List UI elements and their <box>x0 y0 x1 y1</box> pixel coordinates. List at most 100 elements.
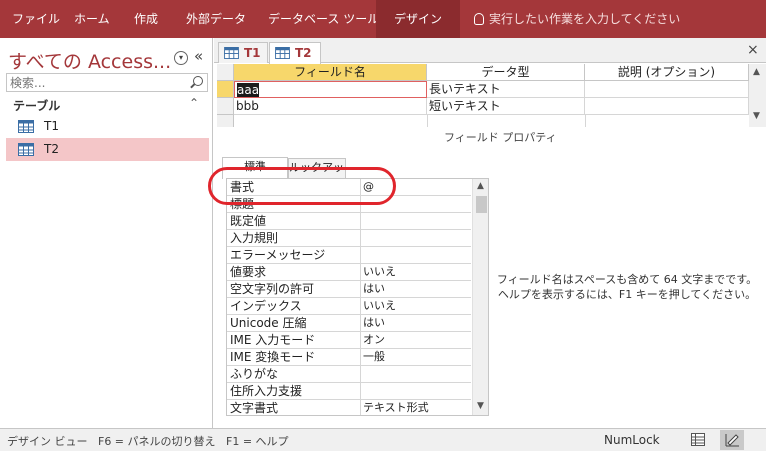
tab-home[interactable]: ホーム <box>74 0 110 38</box>
nav-pane-title[interactable]: すべての Access... <box>8 47 171 74</box>
property-value[interactable]: はい <box>363 281 385 297</box>
property-value[interactable]: テキスト形式 <box>363 400 429 415</box>
field-properties-list: 書式 @ 標題 既定値 入力規則 エラーメッセージ 値要求 いいえ 空文字列の許可は… <box>226 178 489 416</box>
help-line: フィールド名はスペースも含めて 64 文字までです。 <box>496 273 758 286</box>
column-divider <box>427 115 428 127</box>
grid-scrollbar[interactable]: ▲ ▼ <box>749 64 766 127</box>
scroll-thumb[interactable] <box>476 196 487 213</box>
data-type-cell[interactable]: 長いテキスト <box>427 81 585 98</box>
property-name: インデックス <box>230 299 302 313</box>
scroll-down-icon[interactable]: ▼ <box>753 111 760 121</box>
property-name: 空文字列の許可 <box>230 282 315 296</box>
property-row[interactable]: 文字書式 テキスト形式 <box>227 400 471 415</box>
property-name: 既定値 <box>230 214 267 228</box>
table-icon <box>18 143 34 156</box>
property-row[interactable]: インデックス いいえ <box>227 298 471 315</box>
tab-external-data[interactable]: 外部データ <box>186 0 246 38</box>
divider <box>360 366 361 383</box>
property-row[interactable]: ふりがな <box>227 366 471 383</box>
collapse-pane-icon[interactable]: « <box>194 47 203 65</box>
divider <box>360 400 361 415</box>
table-icon <box>275 47 290 59</box>
numlock-indicator: NumLock <box>604 433 660 447</box>
search-icon[interactable] <box>193 76 203 86</box>
column-divider <box>585 115 586 127</box>
property-row[interactable]: 入力規則 <box>227 230 471 247</box>
tab-design[interactable]: デザイン <box>376 0 460 38</box>
divider <box>360 332 361 349</box>
property-name: 入力規則 <box>230 231 279 245</box>
tab-create[interactable]: 作成 <box>134 0 158 38</box>
status-bar: デザイン ビュー F6 = パネルの切り替え F1 = ヘルプ NumLock <box>0 428 766 451</box>
field-properties-title: フィールド プロパティ <box>444 131 557 144</box>
property-row[interactable]: IME 入力モード オン <box>227 332 471 349</box>
row-selector[interactable] <box>217 81 234 98</box>
doc-tab-t1[interactable]: T1 <box>218 42 268 63</box>
tab-database-tools[interactable]: データベース ツール <box>268 0 379 38</box>
nav-search-input[interactable] <box>6 73 208 92</box>
property-value[interactable]: 一般 <box>363 349 385 365</box>
description-cell[interactable] <box>585 81 749 98</box>
description-cell[interactable] <box>585 98 749 115</box>
tab-file[interactable]: ファイル <box>12 0 60 38</box>
datasheet-view-button[interactable] <box>686 430 710 450</box>
property-row[interactable]: 住所入力支援 <box>227 383 471 400</box>
divider <box>360 298 361 315</box>
doc-tab-label: T2 <box>295 46 312 60</box>
status-text: デザイン ビュー F6 = パネルの切り替え F1 = ヘルプ <box>7 435 289 448</box>
property-value[interactable]: オン <box>363 332 385 348</box>
divider <box>360 213 361 230</box>
collapse-group-icon[interactable]: ⌃ <box>189 96 199 110</box>
doc-tab-t2[interactable]: T2 <box>269 42 321 64</box>
data-type-cell[interactable]: 短いテキスト <box>427 98 585 115</box>
close-document-icon[interactable]: × <box>747 42 759 58</box>
property-value[interactable]: いいえ <box>363 298 396 314</box>
scroll-down-icon[interactable]: ▼ <box>477 401 484 411</box>
row-selector[interactable] <box>217 98 234 115</box>
property-name: エラーメッセージ <box>230 248 326 262</box>
document-tabs: T1 T2 <box>214 38 766 64</box>
property-row[interactable]: Unicode 圧縮 はい <box>227 315 471 332</box>
property-row[interactable]: 既定値 <box>227 213 471 230</box>
property-row[interactable]: 空文字列の許可 はい <box>227 281 471 298</box>
table-icon <box>224 47 239 59</box>
scroll-up-icon[interactable]: ▲ <box>477 181 484 191</box>
ribbon: ファイル ホーム 作成 外部データ データベース ツール デザイン 実行したい作… <box>0 0 766 38</box>
field-name-cell[interactable]: aaa <box>234 81 427 98</box>
nav-item-t2[interactable]: T2 <box>6 138 209 161</box>
divider <box>360 264 361 281</box>
property-value[interactable]: いいえ <box>363 264 396 280</box>
property-value[interactable]: はい <box>363 315 385 331</box>
tell-me-box[interactable]: 実行したい作業を入力してください <box>474 0 680 38</box>
nav-item-t1[interactable]: T1 <box>6 115 209 138</box>
nav-menu-chevron-icon[interactable]: ▾ <box>174 51 188 65</box>
navigation-pane: すべての Access... ▾ « テーブル ⌃ T1 T2 <box>0 38 213 428</box>
lightbulb-icon <box>474 13 484 25</box>
property-row[interactable]: 値要求 いいえ <box>227 264 471 281</box>
scroll-up-icon[interactable]: ▲ <box>753 67 760 77</box>
design-view-button[interactable] <box>720 430 744 450</box>
design-view-icon <box>725 434 739 447</box>
property-name: ふりがな <box>230 367 279 381</box>
row-selector[interactable] <box>217 115 234 127</box>
doc-tab-label: T1 <box>244 46 261 60</box>
grid-corner[interactable] <box>217 64 234 81</box>
header-field-name[interactable]: フィールド名 <box>234 64 427 81</box>
property-name: 文字書式 <box>230 401 279 415</box>
divider <box>360 315 361 332</box>
property-name: IME 変換モード <box>230 350 316 364</box>
tell-me-text: 実行したい作業を入力してください <box>489 12 681 26</box>
field-help-text: フィールド名はスペースも含めて 64 文字までです。 ヘルプを表示するには、F1… <box>496 272 758 302</box>
nav-group-tables[interactable]: テーブル <box>13 97 60 114</box>
properties-scrollbar[interactable]: ▲ ▼ <box>472 179 488 415</box>
property-row[interactable]: IME 変換モード 一般 <box>227 349 471 366</box>
divider <box>360 349 361 366</box>
nav-item-label: T2 <box>44 142 59 156</box>
header-description[interactable]: 説明 (オプション) <box>585 64 749 81</box>
property-row[interactable]: エラーメッセージ <box>227 247 471 264</box>
divider <box>360 281 361 298</box>
property-name: 住所入力支援 <box>230 384 303 398</box>
header-data-type[interactable]: データ型 <box>427 64 585 81</box>
field-name-cell[interactable]: bbb <box>234 98 427 115</box>
divider <box>360 247 361 264</box>
